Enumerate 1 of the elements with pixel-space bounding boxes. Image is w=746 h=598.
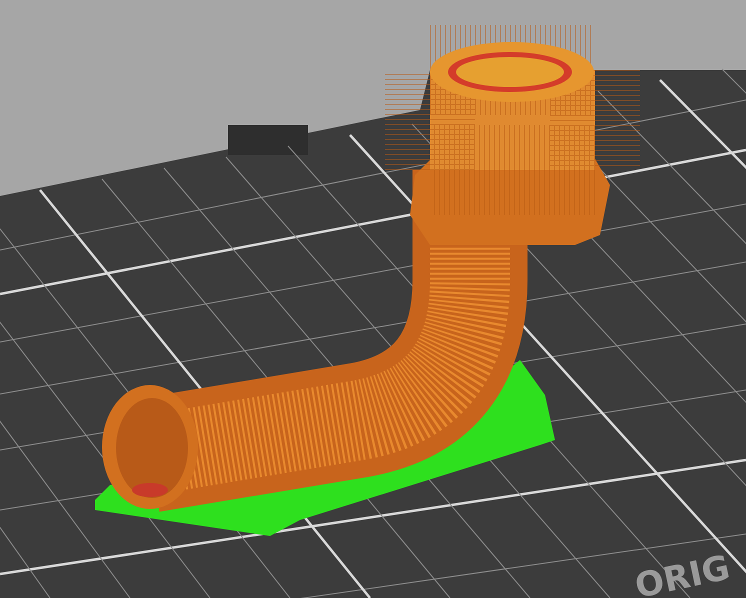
bed-label: ORIG [632,548,734,598]
